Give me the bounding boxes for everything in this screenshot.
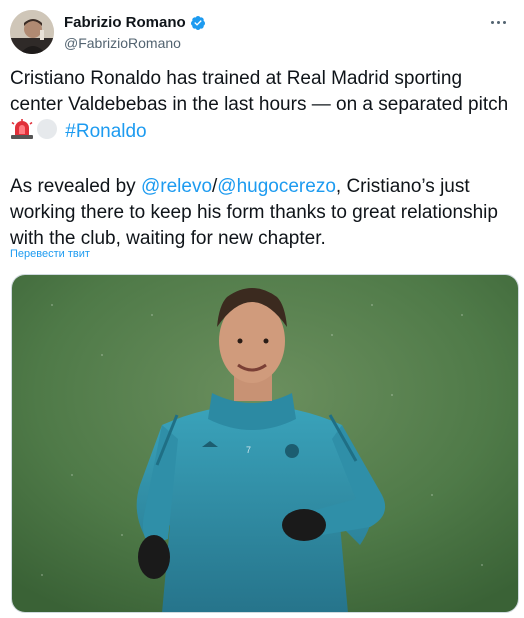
white-circle-emoji <box>36 118 58 148</box>
photo-of-player-training-in-rain: 7 <box>12 275 518 612</box>
paragraph-1-text: Cristiano Ronaldo has trained at Real Ma… <box>10 68 509 115</box>
hashtag-ronaldo[interactable]: #Ronaldo <box>65 121 146 142</box>
author-handle[interactable]: @FabrizioRomano <box>64 35 181 51</box>
tweet-paragraph-2: As revealed by @relevo/@hugocerezo, Cris… <box>10 174 510 252</box>
more-dot <box>490 20 494 24</box>
tweet-media-photo[interactable]: 7 <box>11 274 519 613</box>
avatar-photo-icon <box>10 10 54 54</box>
more-dot <box>496 20 500 24</box>
mention-relevo[interactable]: @relevo <box>141 176 212 197</box>
translate-tweet-link[interactable]: Перевести твит <box>10 248 90 260</box>
rotating-light-emoji <box>10 118 34 148</box>
verified-badge-icon <box>190 15 206 31</box>
author-display-name[interactable]: Fabrizio Romano <box>64 14 186 31</box>
more-dot <box>502 20 506 24</box>
more-options-icon[interactable] <box>486 12 510 32</box>
svg-text:7: 7 <box>246 445 251 455</box>
tweet-header: Fabrizio Romano @FabrizioRomano <box>10 10 514 56</box>
author-name-row: Fabrizio Romano <box>64 14 206 31</box>
mention-hugocerezo[interactable]: @hugocerezo <box>217 176 336 197</box>
tweet-text: Cristiano Ronaldo has trained at Real Ma… <box>10 66 510 252</box>
author-avatar[interactable] <box>10 10 54 54</box>
paragraph-2-start: As revealed by <box>10 176 141 197</box>
tweet-paragraph-1: Cristiano Ronaldo has trained at Real Ma… <box>10 66 510 148</box>
